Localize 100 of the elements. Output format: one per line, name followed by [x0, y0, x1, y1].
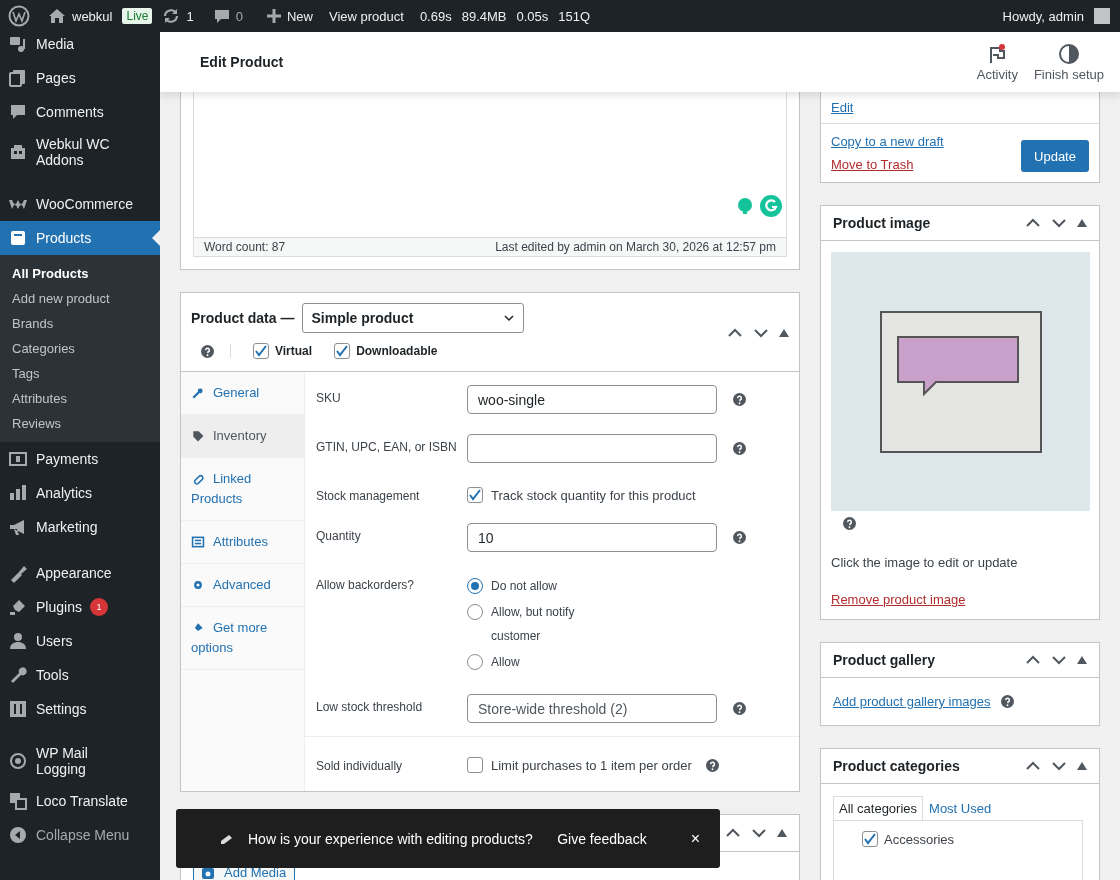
product-type-select[interactable]: Simple product	[302, 303, 525, 333]
menu-icon-glyph-icon	[8, 102, 28, 122]
checkbox[interactable]	[253, 343, 269, 359]
text-field[interactable]: woo-single	[467, 385, 717, 414]
chevron-down-icon	[503, 312, 516, 324]
submenu-item[interactable]: Reviews	[0, 411, 160, 436]
help-icon[interactable]	[1000, 695, 1014, 708]
query-stat[interactable]: 89.4MB	[461, 8, 507, 24]
toggle-triangle-icon[interactable]	[779, 328, 789, 338]
product-data-tab[interactable]: Inventory	[181, 415, 304, 458]
greeting-link[interactable]: Howdy, admin	[1002, 8, 1084, 24]
radio-label: Do not allow	[491, 578, 558, 595]
sidebar-item[interactable]: Products	[0, 221, 160, 255]
sidebar-item[interactable]: Users	[0, 624, 160, 658]
help-icon[interactable]	[733, 531, 746, 544]
product-data-tab[interactable]: Linked Products	[181, 458, 304, 521]
product-data-tab[interactable]: Attributes	[181, 521, 304, 564]
sidebar-item[interactable]: Settings	[0, 692, 160, 726]
sidebar-item[interactable]: Media	[0, 32, 160, 61]
panel-title: Product categories	[833, 758, 961, 774]
remove-image-link[interactable]: Remove product image	[831, 592, 1089, 607]
close-button[interactable]: ×	[690, 829, 700, 848]
add-gallery-link[interactable]: Add product gallery images	[833, 694, 991, 709]
checkbox[interactable]	[334, 343, 351, 359]
help-icon[interactable]	[705, 758, 719, 772]
trash-link[interactable]: Move to Trash	[831, 157, 944, 172]
sidebar-item[interactable]: Analytics	[0, 476, 160, 510]
comments-count[interactable]: 0	[235, 8, 243, 24]
plus-icon[interactable]	[266, 9, 281, 23]
toggle-triangle-icon[interactable]	[1077, 655, 1087, 665]
panel-title: Product gallery	[833, 652, 936, 668]
query-stat[interactable]: 0.05s	[516, 8, 549, 24]
update-button[interactable]: Update	[1021, 140, 1089, 172]
home-icon[interactable]	[48, 7, 66, 25]
sidebar-item[interactable]: Comments	[0, 95, 160, 129]
pencil-icon	[220, 833, 234, 844]
menu-icon-glyph-icon	[8, 228, 28, 248]
live-badge: Live	[122, 8, 153, 24]
count-badge: 1	[89, 598, 108, 616]
text-field[interactable]: 10	[467, 523, 717, 552]
checkbox[interactable]	[467, 757, 483, 773]
comment-icon[interactable]	[213, 8, 230, 24]
view-product-link[interactable]: View product	[328, 8, 404, 24]
text-field[interactable]	[467, 434, 717, 463]
checkbox[interactable]	[862, 831, 878, 847]
new-link[interactable]: New	[286, 8, 313, 24]
sidebar-item[interactable]: Loco Translate	[0, 784, 160, 818]
product-data-tab[interactable]: Get more options	[181, 607, 304, 670]
site-name-link[interactable]: webkul	[72, 8, 113, 24]
submenu-item[interactable]: Categories	[0, 336, 160, 361]
field-label: Sold individually	[316, 758, 404, 773]
toggle-triangle-icon[interactable]	[1077, 218, 1087, 228]
collapse-menu-button[interactable]: Collapse Menu	[0, 818, 160, 852]
sidebar-item[interactable]: Payments	[0, 442, 160, 476]
checkbox[interactable]	[467, 487, 483, 503]
submenu-item[interactable]: All Products	[0, 261, 160, 286]
updates-count[interactable]: 1	[186, 8, 194, 24]
query-stat[interactable]: 0.69s	[419, 8, 452, 24]
toast-message: How is your experience with editing products?	[248, 830, 534, 847]
photo-placeholder[interactable]	[831, 252, 1090, 511]
field-label: GTIN, UPC, EAN, or ISBN	[316, 439, 458, 454]
header-action-button[interactable]: Activity	[968, 42, 1026, 82]
sidebar-item[interactable]: WP Mail Logging	[0, 738, 160, 784]
header-action-button[interactable]: Finish setup	[1025, 42, 1112, 82]
category-tab[interactable]: All categories	[833, 796, 924, 820]
sidebar-item[interactable]: Plugins 1	[0, 590, 160, 624]
refresh-icon[interactable]	[162, 7, 181, 25]
grammar-check-icon[interactable]	[760, 195, 782, 217]
sidebar-item[interactable]: Appearance	[0, 556, 160, 590]
help-icon[interactable]	[733, 442, 746, 455]
help-icon[interactable]	[843, 517, 856, 530]
edit-link[interactable]: Edit	[831, 100, 854, 115]
submenu-item[interactable]: Brands	[0, 311, 160, 336]
toggle-triangle-icon[interactable]	[1077, 761, 1087, 771]
help-icon[interactable]	[733, 393, 746, 406]
submenu-item[interactable]: Add new product	[0, 286, 160, 311]
toggle-triangle-icon[interactable]	[777, 828, 787, 838]
give-feedback-button[interactable]: Give feedback	[557, 830, 647, 847]
panel-title: Product data —	[191, 310, 295, 326]
menu-icon-glyph-icon	[8, 597, 28, 617]
sidebar-item[interactable]: WooCommerce	[0, 187, 160, 221]
help-icon[interactable]	[733, 702, 746, 715]
submenu-item[interactable]: Tags	[0, 361, 160, 386]
query-stat[interactable]: 151Q	[558, 8, 591, 24]
checkbox-label: Limit purchases to 1 item per order	[491, 757, 692, 773]
product-data-tab[interactable]: Advanced	[181, 564, 304, 607]
submenu-item[interactable]: Attributes	[0, 386, 160, 411]
sidebar-item[interactable]: Pages	[0, 61, 160, 95]
sidebar-item[interactable]: Webkul WC Addons	[0, 129, 160, 175]
sidebar-item[interactable]: Marketing	[0, 510, 160, 544]
field-label: SKU	[316, 390, 342, 405]
sidebar-item[interactable]: Tools	[0, 658, 160, 692]
copy-draft-link[interactable]: Copy to a new draft	[831, 134, 944, 149]
checkbox-label: Downloadable	[356, 344, 438, 358]
tab-glyph-icon	[191, 535, 205, 549]
category-tab[interactable]: Most Used	[923, 796, 998, 820]
help-icon[interactable]	[201, 344, 214, 358]
field-label: Quantity	[316, 528, 362, 543]
wordpress-logo-icon[interactable]	[8, 5, 30, 27]
text-field[interactable]: Store-wide threshold (2)	[467, 694, 717, 723]
